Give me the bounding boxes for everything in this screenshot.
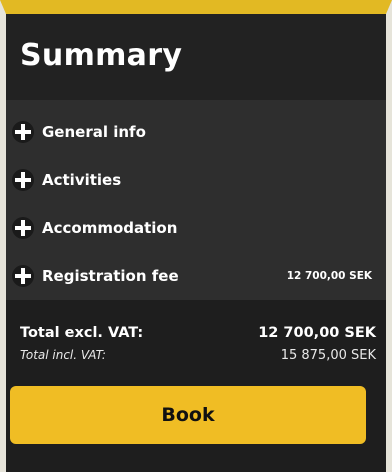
total-incl-vat-label: Total incl. VAT: [20, 348, 106, 362]
summary-item-activities[interactable]: Activities [6, 156, 386, 204]
plus-icon[interactable] [12, 169, 34, 191]
total-excl-vat-label: Total excl. VAT: [20, 325, 144, 341]
summary-item-label: Accommodation [42, 219, 178, 237]
registration-fee-amount: 12 700,00 SEK [286, 270, 372, 282]
total-incl-vat-row: Total incl. VAT: 15 875,00 SEK [20, 344, 376, 366]
summary-title: Summary [20, 37, 183, 73]
plus-icon[interactable] [12, 265, 34, 287]
summary-item-general-info[interactable]: General info [6, 108, 386, 156]
total-excl-vat-value: 12 700,00 SEK [258, 325, 376, 341]
summary-header: Summary [6, 14, 386, 100]
total-excl-vat-row: Total excl. VAT: 12 700,00 SEK [20, 322, 376, 344]
plus-icon[interactable] [12, 121, 34, 143]
summary-items: General info Activities Accommodation Re… [6, 100, 386, 300]
summary-item-label: Activities [42, 171, 122, 189]
totals-section: Total excl. VAT: 12 700,00 SEK Total inc… [6, 300, 386, 366]
summary-item-registration-fee[interactable]: Registration fee 12 700,00 SEK [6, 252, 386, 300]
total-incl-vat-value: 15 875,00 SEK [280, 347, 376, 363]
summary-panel: Summary General info Activities Accommod… [0, 0, 392, 472]
summary-item-label: General info [42, 123, 146, 141]
plus-icon[interactable] [12, 217, 34, 239]
book-button[interactable]: Book [10, 386, 366, 444]
summary-item-accommodation[interactable]: Accommodation [6, 204, 386, 252]
summary-item-label: Registration fee [42, 267, 179, 285]
